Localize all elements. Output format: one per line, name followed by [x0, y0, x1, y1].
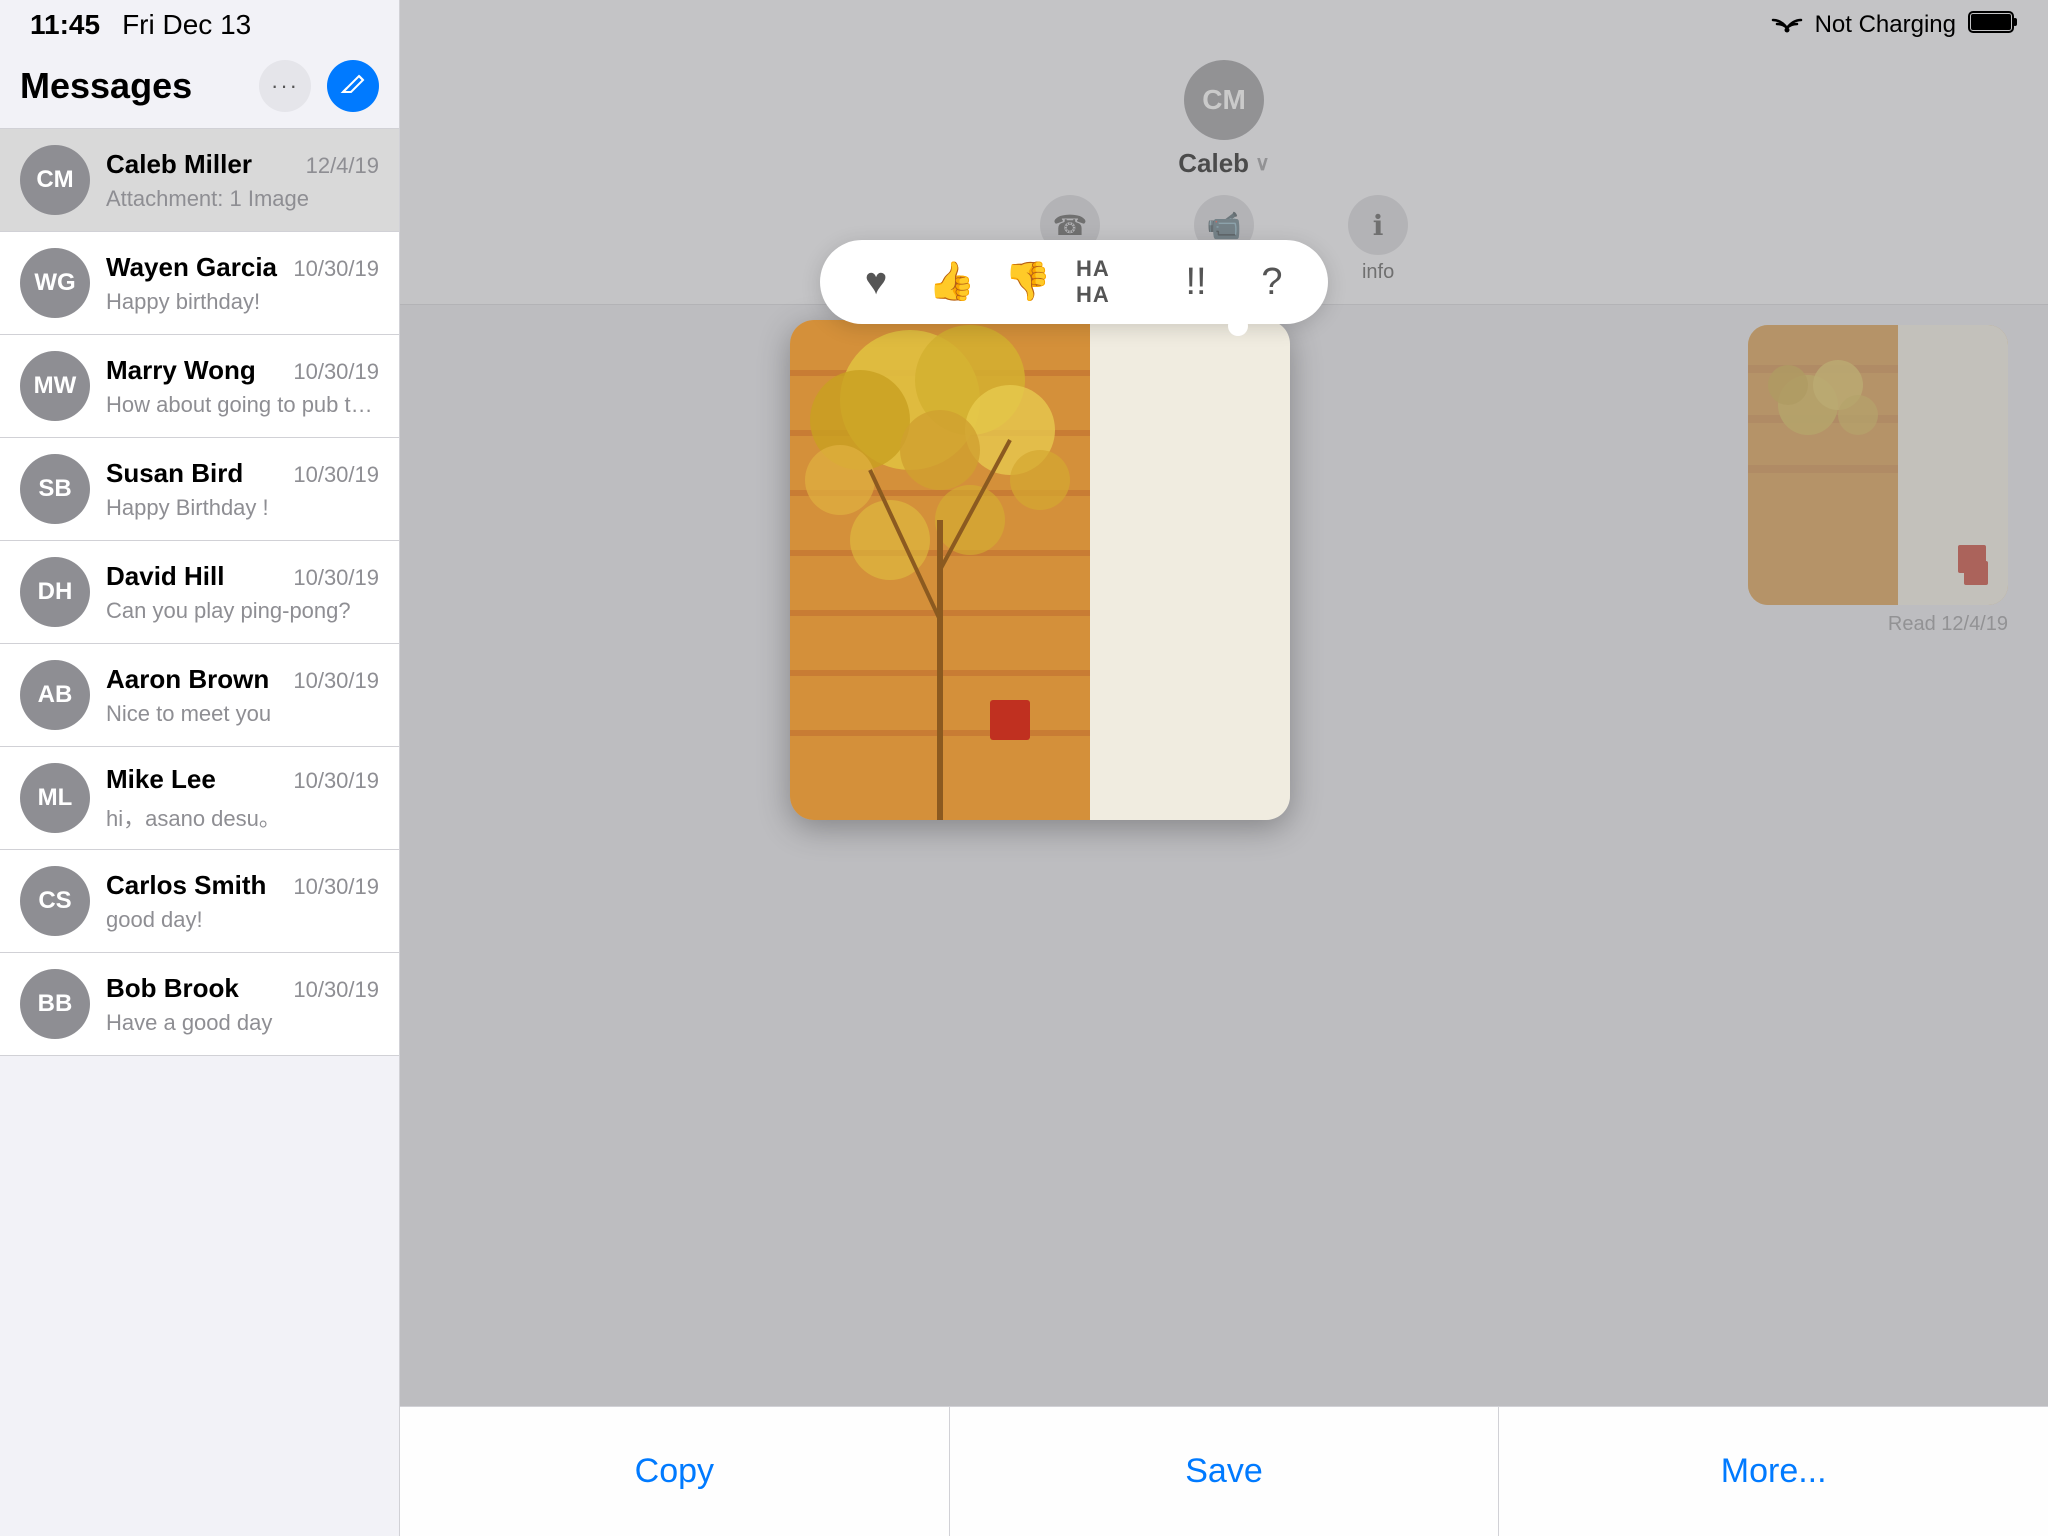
conv-preview: Can you play ping-pong?	[106, 598, 379, 624]
conv-preview: good day!	[106, 907, 379, 933]
battery-icon	[1968, 9, 2018, 41]
copy-label: Copy	[635, 1452, 714, 1491]
conv-name: Bob Brook	[106, 973, 239, 1004]
avatar-sb: SB	[20, 454, 90, 524]
conversation-list: CM Caleb Miller 12/4/19 Attachment: 1 Im…	[0, 129, 399, 1536]
compose-button[interactable]	[327, 60, 379, 112]
status-date: Fri Dec 13	[122, 9, 251, 41]
conv-name: Susan Bird	[106, 458, 243, 489]
sidebar-icons: ···	[259, 60, 379, 112]
conv-preview: Attachment: 1 Image	[106, 186, 379, 212]
conv-date: 10/30/19	[293, 977, 379, 1003]
conversation-item-dh[interactable]: DH David Hill 10/30/19 Can you play ping…	[0, 541, 399, 644]
more-button[interactable]: More...	[1499, 1407, 2048, 1536]
conversation-item-cm[interactable]: CM Caleb Miller 12/4/19 Attachment: 1 Im…	[0, 129, 399, 232]
more-label: More...	[1721, 1452, 1827, 1491]
save-button[interactable]: Save	[950, 1407, 1500, 1536]
reaction-popup: ♥ 👍 👎 HA HA!!?	[820, 240, 1328, 324]
conv-info-bb: Bob Brook 10/30/19 Have a good day	[106, 973, 379, 1036]
more-dots-icon: ···	[271, 73, 299, 99]
conv-date: 10/30/19	[293, 668, 379, 694]
conv-preview: Have a good day	[106, 1010, 379, 1036]
conv-info-ml: Mike Lee 10/30/19 hi，asano desu。	[106, 764, 379, 833]
avatar-cs: CS	[20, 866, 90, 936]
conv-info-wg: Wayen Garcia 10/30/19 Happy birthday!	[106, 252, 379, 315]
conv-name: Marry Wong	[106, 355, 256, 386]
conv-date: 10/30/19	[293, 874, 379, 900]
conv-name: Mike Lee	[106, 764, 216, 795]
conv-preview: How about going to pub today?	[106, 392, 379, 418]
reaction-exclaim[interactable]: !!	[1168, 254, 1224, 310]
enlarged-autumn-image	[790, 320, 1290, 820]
enlarged-image-popup[interactable]	[790, 320, 1290, 820]
avatar-ab: AB	[20, 660, 90, 730]
sidebar: Messages ··· CM Caleb Miller	[0, 0, 400, 1536]
battery-label: Not Charging	[1815, 11, 1956, 39]
bottom-action-bar: Copy Save More...	[400, 1406, 2048, 1536]
status-bar: 11:45 Fri Dec 13 Not Charging	[0, 0, 2048, 50]
conv-date: 10/30/19	[293, 565, 379, 591]
conv-preview: Happy Birthday !	[106, 495, 379, 521]
avatar-wg: WG	[20, 248, 90, 318]
avatar-ml: ML	[20, 763, 90, 833]
avatar-mw: MW	[20, 351, 90, 421]
conv-preview: hi，asano desu。	[106, 801, 379, 833]
copy-button[interactable]: Copy	[400, 1407, 950, 1536]
chat-area: CM Caleb ∨ ☎ audio 📹 FaceTime ℹ info	[400, 0, 2048, 1536]
conv-info-mw: Marry Wong 10/30/19 How about going to p…	[106, 355, 379, 418]
conv-name: David Hill	[106, 561, 224, 592]
conv-date: 10/30/19	[293, 768, 379, 794]
compose-icon	[339, 72, 367, 100]
conv-date: 10/30/19	[293, 256, 379, 282]
avatar-cm: CM	[20, 145, 90, 215]
conversation-item-cs[interactable]: CS Carlos Smith 10/30/19 good day!	[0, 850, 399, 953]
more-options-button[interactable]: ···	[259, 60, 311, 112]
sidebar-title: Messages	[20, 65, 192, 107]
conv-info-sb: Susan Bird 10/30/19 Happy Birthday !	[106, 458, 379, 521]
main-layout: 11:45 Fri Dec 13 Not Charging	[0, 0, 2048, 1536]
conversation-item-ab[interactable]: AB Aaron Brown 10/30/19 Nice to meet you	[0, 644, 399, 747]
save-label: Save	[1185, 1452, 1263, 1491]
conv-info-ab: Aaron Brown 10/30/19 Nice to meet you	[106, 664, 379, 727]
conversation-item-sb[interactable]: SB Susan Bird 10/30/19 Happy Birthday !	[0, 438, 399, 541]
reaction-thumbsdown[interactable]: 👎	[1000, 254, 1056, 310]
status-right: Not Charging	[1771, 9, 2018, 41]
conv-date: 10/30/19	[293, 462, 379, 488]
conversation-item-ml[interactable]: ML Mike Lee 10/30/19 hi，asano desu。	[0, 747, 399, 850]
status-time: 11:45	[30, 9, 100, 41]
reaction-heart[interactable]: ♥	[848, 254, 904, 310]
enlarged-bg	[790, 320, 1290, 820]
conversation-item-mw[interactable]: MW Marry Wong 10/30/19 How about going t…	[0, 335, 399, 438]
conv-info-dh: David Hill 10/30/19 Can you play ping-po…	[106, 561, 379, 624]
reaction-haha[interactable]: HA HA	[1076, 254, 1148, 310]
wifi-icon	[1771, 10, 1803, 41]
conv-name: Aaron Brown	[106, 664, 269, 695]
conv-name: Caleb Miller	[106, 149, 252, 180]
conv-name: Carlos Smith	[106, 870, 266, 901]
conv-date: 12/4/19	[306, 153, 379, 179]
conv-date: 10/30/19	[293, 359, 379, 385]
conv-name: Wayen Garcia	[106, 252, 277, 283]
reaction-question[interactable]: ?	[1244, 254, 1300, 310]
conv-preview: Nice to meet you	[106, 701, 379, 727]
conv-info-cs: Carlos Smith 10/30/19 good day!	[106, 870, 379, 933]
avatar-bb: BB	[20, 969, 90, 1039]
conv-info-cm: Caleb Miller 12/4/19 Attachment: 1 Image	[106, 149, 379, 212]
conversation-item-bb[interactable]: BB Bob Brook 10/30/19 Have a good day	[0, 953, 399, 1056]
avatar-dh: DH	[20, 557, 90, 627]
reaction-thumbsup[interactable]: 👍	[924, 254, 980, 310]
conversation-item-wg[interactable]: WG Wayen Garcia 10/30/19 Happy birthday!	[0, 232, 399, 335]
conv-preview: Happy birthday!	[106, 289, 379, 315]
popup-arrow	[1228, 316, 1248, 336]
